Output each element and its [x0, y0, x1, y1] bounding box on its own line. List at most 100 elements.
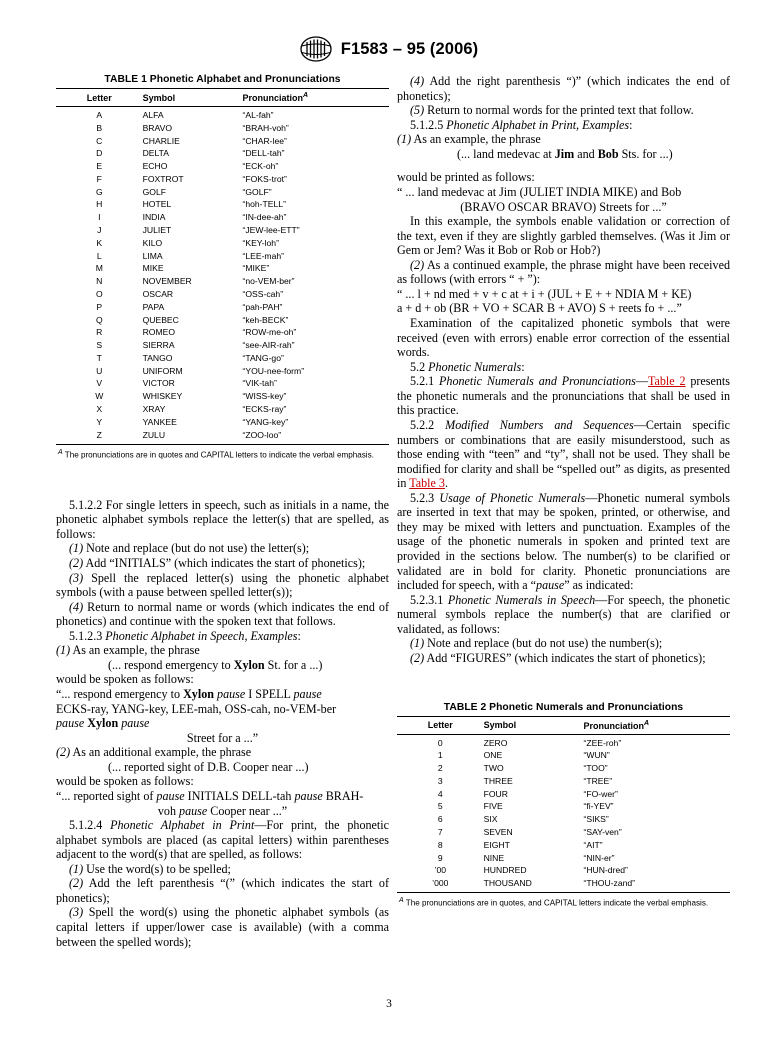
para-5-2-3-1-item-2: (2) Add “FIGURES” (which indicates the s…	[397, 651, 730, 666]
table-row: L LIMA “LEE-mah”	[56, 250, 389, 263]
table-row: I INDIA “IN-dee-ah”	[56, 211, 389, 224]
cell-letter: 5	[437, 801, 443, 812]
section-title: Phonetic Numerals in Speech	[447, 592, 596, 607]
page-header: F1583 – 95 (2006)	[0, 36, 778, 62]
table-2-header-row: Letter Symbol PronunciationA	[397, 715, 730, 735]
item-text: Return to normal name or words (which in…	[56, 599, 389, 629]
cell-pronunciation: “AL-fah”	[242, 110, 274, 120]
item-number: (4)	[410, 74, 425, 88]
cell-symbol: QUEBEC	[142, 314, 179, 325]
item-number: (2)	[69, 876, 84, 891]
section-title: Phonetic Numerals and Pronunciations	[439, 374, 636, 389]
example-1-lead: (1) As an example, the phrase	[56, 643, 389, 658]
cell-pronunciation: “CHAR-lee”	[242, 135, 287, 146]
cell-symbol: TWO	[483, 763, 504, 774]
table-row: 2 TWO “TOO”	[397, 762, 730, 775]
phrase-part-a: (... land medevac at	[457, 146, 555, 161]
example-1-printed-lead: would be printed as follows:	[397, 170, 535, 185]
cell-letter: I	[98, 212, 101, 223]
cell-symbol: FIVE	[483, 801, 503, 812]
section-number: 5.2.3	[410, 490, 435, 505]
cell-letter: 9	[437, 852, 443, 863]
cell-letter: W	[95, 391, 104, 402]
phrase-bold-word-jim: Jim	[554, 146, 575, 161]
table-1-footnote-mark: A	[58, 448, 63, 456]
example-2-spoken-line-1: “... reported sight of pause INITIALS DE…	[56, 789, 389, 804]
astm-logo	[300, 36, 332, 62]
table-1-block: TABLE 1 Phonetic Alphabet and Pronunciat…	[56, 74, 389, 461]
example-1-spoken-lead: would be spoken as follows:	[56, 672, 194, 687]
cell-symbol: UNIFORM	[142, 365, 183, 376]
right-column: (4) Add the right parenthesis “)” (which…	[397, 74, 730, 913]
table-1-body: A ALFA “AL-fah” B BRAVO “BRAH-voh” C CHARLIE “CH…	[56, 107, 389, 444]
example-lead-text: As an example, the phrase	[413, 132, 541, 147]
spoken-pause: pause	[179, 803, 208, 818]
phrase-part-c: Sts. for ...)	[618, 146, 673, 161]
cell-symbol: PAPA	[142, 301, 165, 312]
table-row: G GOLF “GOLF”	[56, 186, 389, 199]
item-text: Add the left parenthesis “(” (which indi…	[56, 876, 389, 905]
example-1-lead: (1) As an example, the phrase	[397, 132, 730, 147]
cell-letter: P	[96, 301, 103, 312]
cell-letter: M	[95, 263, 103, 274]
left-column: TABLE 1 Phonetic Alphabet and Pronunciat…	[56, 74, 389, 949]
xref-table-2-link[interactable]: Table 2	[648, 374, 686, 388]
para-5-1-2-4-item-1: (1) Use the word(s) to be spelled;	[56, 862, 389, 877]
table-row: V VICTOR “VIK-tah”	[56, 378, 389, 391]
table-row: Y YANKEE “YANG-key”	[56, 416, 389, 429]
cell-pronunciation: “ECK-oh”	[242, 161, 279, 172]
page-number: 3	[386, 998, 392, 1010]
example-2-spoken-line-2: voh pause Cooper near ...”	[56, 804, 389, 819]
table-1-col-pronunciation-label: Pronunciation	[242, 93, 303, 103]
cell-symbol: JULIET	[142, 225, 172, 236]
spoken-part-a: “... reported sight of	[56, 788, 157, 803]
cell-pronunciation: “MIKE”	[242, 263, 270, 274]
section-title: Phonetic Alphabet in Speech, Examples	[105, 628, 298, 643]
cell-symbol: NINE	[483, 852, 505, 863]
table-row: 0 ZERO “ZEE-roh”	[397, 734, 730, 749]
table-2-footnote-marker: A	[643, 719, 650, 727]
example-lead-text: As an example, the phrase	[72, 643, 200, 658]
table-row: S SIERRA “see-AIR-rah”	[56, 339, 389, 352]
cell-pronunciation: “SIKS”	[583, 814, 609, 825]
example-number: (1)	[397, 132, 412, 147]
phrase-part-b: St. for a ...)	[264, 657, 323, 672]
cell-letter: Y	[96, 416, 103, 427]
phrase-bold-word-bob: Bob	[597, 146, 619, 161]
xref-table-3-link[interactable]: Table 3	[409, 476, 445, 490]
table-row: O OSCAR “OSS-cah”	[56, 288, 389, 301]
cell-symbol: FOUR	[483, 788, 508, 799]
para-examination: Examination of the capitalized phonetic …	[397, 316, 730, 360]
para-5-1-2-2: 5.1.2.2 For single letters in speech, su…	[56, 497, 389, 541]
example-1-spoken-line-3: pause Xylon pause	[56, 716, 389, 731]
table-2-caption: TABLE 2 Phonetic Numerals and Pronunciat…	[443, 701, 684, 713]
cell-pronunciation: “LEE-mah”	[242, 250, 285, 261]
spoken-pause: pause	[217, 687, 246, 702]
cell-symbol: YANKEE	[142, 416, 177, 427]
item-number: (1)	[410, 636, 425, 651]
cell-pronunciation: “HUN-dred”	[583, 865, 628, 876]
cell-symbol: ROMEO	[142, 327, 176, 338]
cell-pronunciation: “FOKS-trot”	[242, 173, 287, 184]
cell-symbol: DELTA	[142, 148, 170, 159]
table-1-col-pronunciation: PronunciationA	[242, 88, 389, 107]
table-2-bottom-rule	[397, 892, 730, 894]
cell-letter: N	[96, 276, 103, 287]
document-standard-number: F1583 – 95 (2006)	[340, 39, 479, 58]
spoken-pause: pause	[56, 716, 85, 731]
cell-symbol: CHARLIE	[142, 135, 180, 146]
example-1-spoken-line-4: Street for a ...”	[186, 730, 259, 745]
cell-letter: K	[96, 237, 103, 248]
cell-letter: O	[95, 288, 103, 299]
example-number: (2)	[56, 745, 71, 760]
cell-symbol: ALFA	[142, 110, 164, 120]
table-2-col-pronunciation: PronunciationA	[583, 715, 730, 735]
example-1-printed-line-1: “ ... land medevac at Jim (JULIET INDIA …	[397, 184, 682, 199]
section-title: Modified Numbers and Sequences	[445, 417, 634, 432]
cell-symbol: SEVEN	[483, 826, 513, 837]
cell-letter: V	[96, 378, 103, 389]
item-number: (2)	[410, 650, 425, 665]
spoken-pause: pause	[294, 788, 323, 803]
para-5-1-2-2-item-3: (3) Spell the replaced letter(s) using t…	[56, 571, 389, 600]
